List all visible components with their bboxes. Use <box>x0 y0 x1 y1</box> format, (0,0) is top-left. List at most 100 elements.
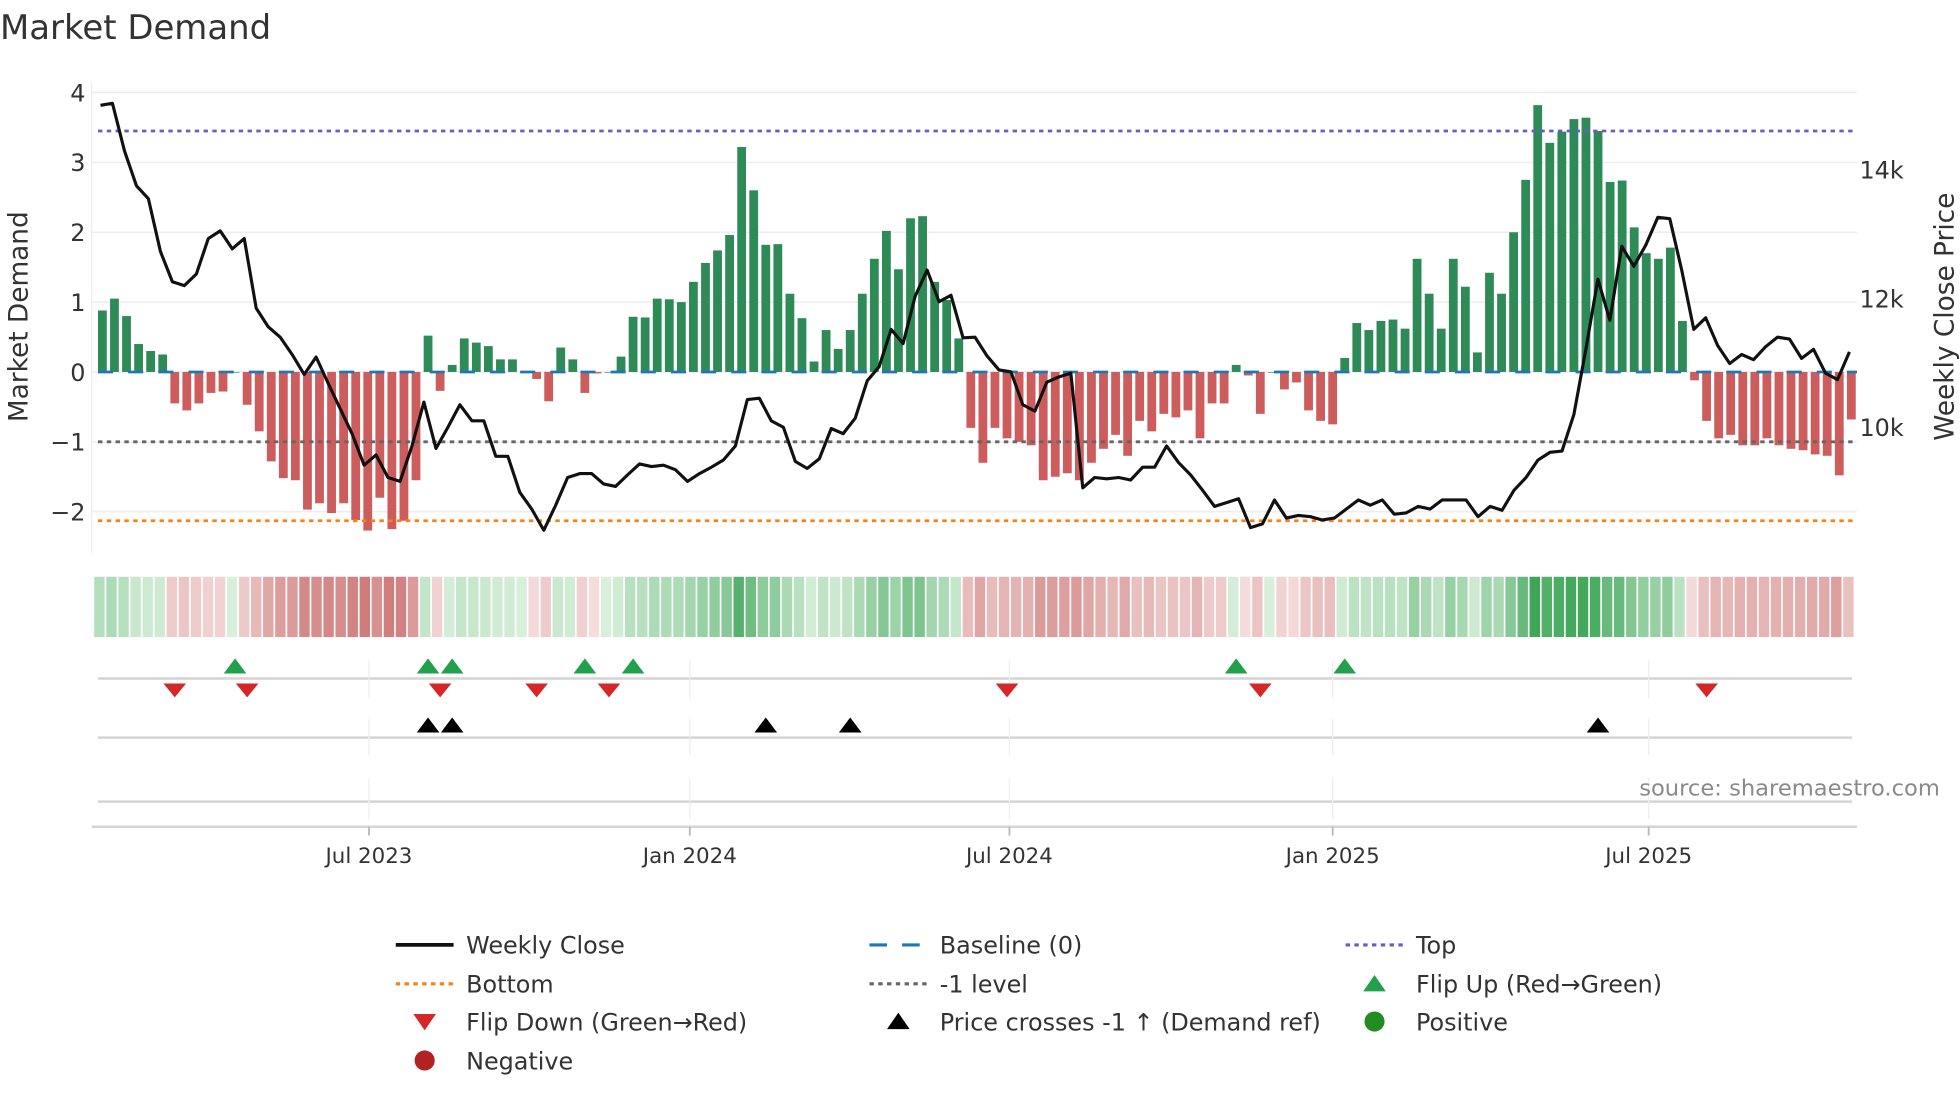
negative-bar <box>399 371 409 521</box>
legend-item-weekly-close: Weekly Close <box>395 932 625 960</box>
legend-label: Positive <box>1416 1008 1508 1036</box>
y2-tick-label: 12k <box>1859 285 1903 313</box>
heat-cell <box>829 576 841 638</box>
positive-bar <box>906 218 915 372</box>
legend-triangle-up-icon <box>1363 975 1386 992</box>
negative-bar <box>966 371 976 428</box>
heat-cell <box>1626 576 1637 638</box>
heat-cell <box>745 576 756 638</box>
heat-cell <box>178 576 190 638</box>
heat-cell <box>166 576 178 638</box>
positive-bar <box>1485 272 1494 372</box>
flip-down-marker <box>597 683 621 698</box>
flip-down-marker <box>1695 683 1718 698</box>
legend-item-positive: Positive <box>1364 1008 1508 1036</box>
positive-bar <box>556 347 566 372</box>
heat-cell <box>1770 576 1782 638</box>
heat-cell <box>649 576 660 638</box>
heat-cell <box>431 576 443 638</box>
heat-cell <box>226 576 238 638</box>
heat-cell <box>1228 576 1239 638</box>
heat-cell <box>1131 576 1142 638</box>
positive-bar <box>954 338 964 372</box>
positive-bar <box>894 269 903 372</box>
negative-bar <box>435 371 445 391</box>
negative-bar <box>1183 371 1193 411</box>
negative-bar <box>218 371 228 392</box>
heat-cell <box>781 576 793 638</box>
legend-triangle-up-icon <box>887 1012 910 1030</box>
x-tick-label: Jul 2025 <box>1603 844 1692 869</box>
price-cross-marker <box>754 717 778 733</box>
price-cross-marker <box>416 717 440 733</box>
positive-bar <box>652 298 662 372</box>
heat-cell <box>359 576 371 638</box>
legend: Weekly Close Baseline (0) Top Bottom -1 leve… <box>395 932 1662 1075</box>
negative-bar <box>1750 371 1760 446</box>
y-tick-label: 1 <box>70 289 85 317</box>
heat-cell <box>962 576 974 638</box>
heat-cell <box>214 576 226 638</box>
legend-circle-icon <box>1364 1011 1385 1032</box>
heat-cell <box>456 576 467 638</box>
heat-cell <box>1457 576 1468 638</box>
flip-down-marker <box>235 683 259 698</box>
legend-label: Flip Down (Green→Red) <box>466 1008 747 1036</box>
positive-bar <box>134 344 143 372</box>
heat-cell <box>528 576 539 638</box>
negative-bar <box>1111 371 1120 435</box>
negative-bar <box>1702 371 1711 421</box>
heat-cell <box>914 576 925 638</box>
heat-cell <box>1553 576 1565 638</box>
heat-cell <box>1481 576 1492 638</box>
heat-cell <box>950 576 962 638</box>
heat-cell <box>287 576 298 638</box>
negative-bar <box>1219 371 1229 404</box>
negative-bar <box>339 371 349 504</box>
demand-heat-strip <box>94 576 1854 638</box>
x-tick-label: Jul 2024 <box>964 844 1053 869</box>
x-tick-label: Jan 2024 <box>641 844 737 869</box>
negative-bar <box>170 371 180 404</box>
heat-cell <box>1300 576 1311 638</box>
positive-bar <box>1376 320 1386 372</box>
negative-bar <box>1762 371 1772 439</box>
heat-cell <box>1650 576 1661 638</box>
heat-cell <box>1071 576 1082 638</box>
heat-cell <box>1276 576 1287 638</box>
heat-cell <box>395 576 407 638</box>
positive-bar <box>628 316 638 372</box>
heat-cell <box>661 576 672 638</box>
y-tick-label: 3 <box>70 149 85 177</box>
y-tick-label: 4 <box>70 79 85 107</box>
flip-up-marker <box>223 658 247 674</box>
heat-cell <box>1010 576 1022 638</box>
legend-item-baseline-0: Baseline (0) <box>869 932 1082 960</box>
positive-bar <box>1666 247 1675 372</box>
heat-cell <box>697 576 708 638</box>
heat-cell <box>842 576 853 638</box>
heat-cell <box>902 576 913 638</box>
heat-cell <box>407 576 419 638</box>
positive-bar <box>689 281 698 372</box>
negative-bar <box>978 371 988 463</box>
negative-bar <box>1255 371 1265 414</box>
market-demand-chart: Market Demand Market Demand Weekly Close… <box>0 8 1960 1075</box>
heat-cell <box>1360 576 1372 638</box>
positive-bar <box>1340 357 1350 372</box>
heat-cell <box>130 576 141 638</box>
positive-bar <box>701 262 710 372</box>
heat-cell <box>1143 576 1155 638</box>
legend-label: Negative <box>466 1047 573 1075</box>
heat-cell <box>1517 576 1528 638</box>
heat-cell <box>1408 576 1420 638</box>
heat-cell <box>1674 576 1685 638</box>
positive-bar <box>508 359 517 372</box>
heat-cell <box>805 576 817 638</box>
heat-cell <box>94 576 105 638</box>
heat-cell <box>733 576 744 638</box>
negative-bar <box>1087 371 1096 463</box>
flip-up-marker <box>1224 658 1248 674</box>
heat-cell <box>1698 576 1709 638</box>
flip-up-marker <box>1333 658 1357 674</box>
